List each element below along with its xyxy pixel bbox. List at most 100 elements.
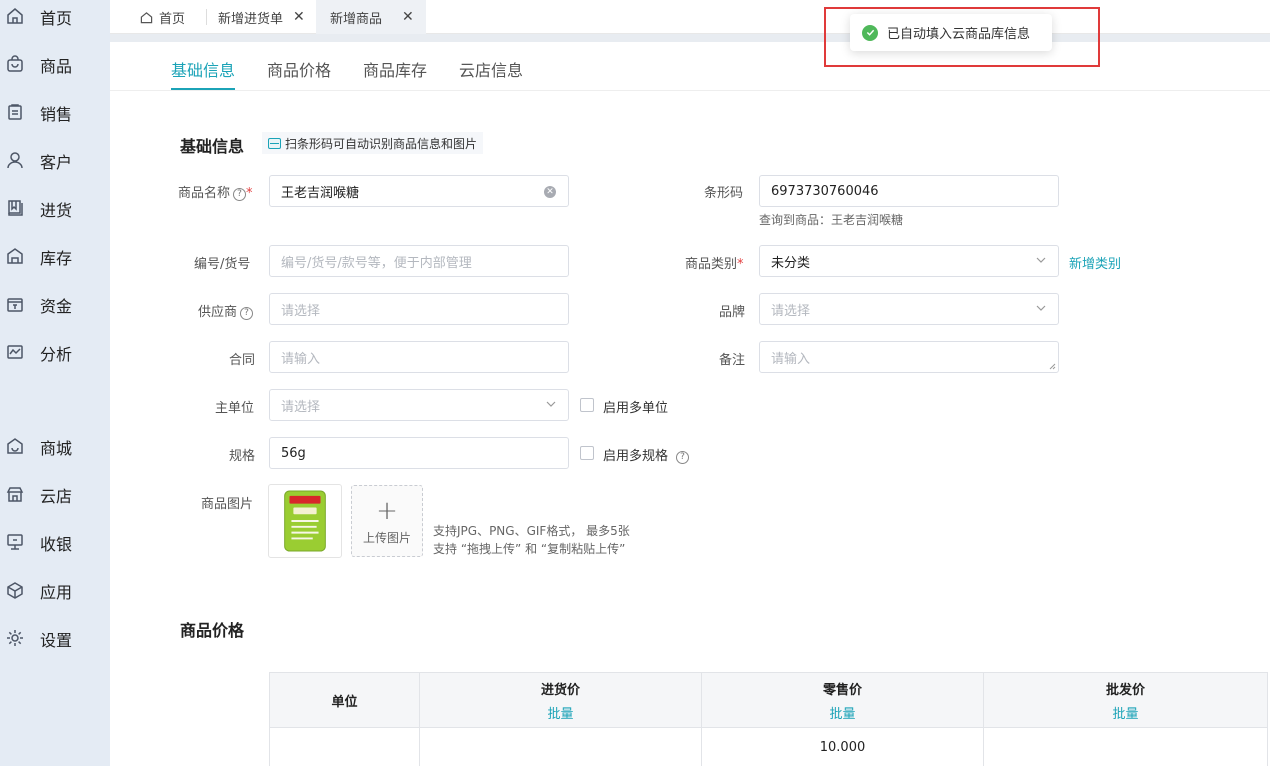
warehouse-icon — [6, 247, 24, 265]
book-icon — [6, 199, 24, 217]
remark-placeholder: 请输入 — [771, 351, 811, 367]
supplier-placeholder: 请选择 — [281, 303, 321, 319]
product-name-value: 王老吉润喉糖 — [281, 185, 360, 201]
clear-icon[interactable]: ✕ — [544, 186, 556, 198]
sidebar-item-settings[interactable]: 设置 — [0, 623, 110, 653]
sidebar-item-mall[interactable]: 商城 — [0, 431, 110, 461]
remark-label: 备注 — [719, 353, 746, 368]
barcode-label: 条形码 — [704, 186, 744, 201]
tab-cloud-store-info[interactable]: 云店信息 — [459, 57, 523, 81]
section-title-price: 商品价格 — [180, 621, 245, 640]
bulk-edit-link[interactable]: 批量 — [702, 703, 983, 722]
code-placeholder: 编号/货号/款号等，便于内部管理 — [281, 255, 472, 271]
sidebar-item-label: 收银 — [40, 535, 73, 554]
unit-select[interactable]: 请选择 — [269, 389, 569, 421]
help-icon[interactable]: ? — [676, 450, 690, 464]
table-cell[interactable]: 10.000 — [701, 727, 984, 766]
brand-select[interactable]: 请选择 — [759, 293, 1059, 325]
multi-spec-label: 启用多规格? — [603, 445, 690, 464]
wallet-icon — [6, 295, 24, 313]
multi-unit-checkbox[interactable] — [580, 398, 594, 412]
brand-placeholder: 请选择 — [771, 303, 811, 319]
scan-hint: 扫条形码可自动识别商品信息和图片 — [262, 132, 484, 154]
tab-stock[interactable]: 商品库存 — [363, 57, 427, 81]
help-icon[interactable]: ? — [240, 306, 254, 320]
upload-drag-note: 支持 “拖拽上传” 和 “复制粘贴上传” — [433, 542, 626, 556]
product-name-input[interactable]: 王老吉润喉糖 ✕ — [269, 175, 569, 207]
bulk-edit-link[interactable]: 批量 — [984, 703, 1267, 722]
chart-icon — [6, 343, 24, 361]
sidebar: 首页 商品 销售 客户 进货 库存 资金 分析 商城 云店 收银 应用 设置 — [0, 0, 110, 766]
column-header-retail-price: 零售价 批量 — [701, 672, 984, 728]
upload-image-button[interactable]: + 上传图片 — [351, 485, 423, 557]
bulk-edit-link[interactable]: 批量 — [420, 703, 701, 722]
unit-label: 主单位 — [215, 401, 255, 416]
column-header-label: 零售价 — [822, 682, 862, 698]
sidebar-item-label: 销售 — [40, 105, 73, 124]
table-row: 10.000 — [269, 727, 1268, 766]
contract-input[interactable]: 请输入 — [269, 341, 569, 373]
plus-icon: + — [376, 496, 398, 526]
add-category-link[interactable]: 新增类别 — [1069, 253, 1121, 272]
table-cell[interactable] — [269, 727, 420, 766]
sidebar-item-products[interactable]: 商品 — [0, 49, 110, 79]
sidebar-item-analysis[interactable]: 分析 — [0, 337, 110, 367]
sidebar-item-apps[interactable]: 应用 — [0, 575, 110, 605]
sidebar-item-customers[interactable]: 客户 — [0, 145, 110, 175]
contract-placeholder: 请输入 — [281, 351, 321, 367]
clipboard-icon — [6, 103, 24, 121]
gear-icon — [6, 629, 24, 647]
sidebar-item-purchase[interactable]: 进货 — [0, 193, 110, 223]
resize-handle-icon[interactable] — [1049, 363, 1056, 370]
brand-label: 品牌 — [719, 305, 746, 320]
category-select[interactable]: 未分类 — [759, 245, 1059, 277]
tab-new-purchase[interactable]: 新增进货单 ✕ — [218, 0, 305, 34]
barcode-value: 6973730760046 — [771, 183, 879, 199]
multi-unit-label: 启用多单位 — [603, 401, 669, 416]
tab-divider — [206, 9, 207, 25]
supplier-label: 供应商? — [198, 301, 254, 320]
user-icon — [6, 151, 24, 169]
upload-label: 上传图片 — [362, 531, 411, 545]
table-cell[interactable] — [983, 727, 1268, 766]
spec-value: 56g — [281, 445, 306, 461]
barcode-lookup-note: 查询到商品：王老吉润喉糖 — [759, 213, 904, 227]
help-icon[interactable]: ? — [233, 187, 247, 201]
image-label: 商品图片 — [201, 497, 254, 512]
column-header-wholesale-price: 批发价 批量 — [983, 672, 1268, 728]
monitor-icon — [6, 533, 24, 551]
close-icon[interactable]: ✕ — [293, 9, 305, 25]
tab-label: 新增进货单 — [218, 11, 284, 27]
sidebar-item-home[interactable]: 首页 — [0, 1, 110, 31]
required-mark: * — [737, 257, 744, 272]
table-cell[interactable] — [419, 727, 702, 766]
sidebar-item-funds[interactable]: 资金 — [0, 289, 110, 319]
tab-basic-info[interactable]: 基础信息 — [171, 57, 235, 81]
sidebar-item-cashier[interactable]: 收银 — [0, 527, 110, 557]
sidebar-item-label: 资金 — [40, 297, 73, 316]
tab-price[interactable]: 商品价格 — [267, 57, 331, 81]
contract-label: 合同 — [229, 353, 256, 368]
spec-input[interactable]: 56g — [269, 437, 569, 469]
spec-label: 规格 — [229, 449, 256, 464]
multi-spec-checkbox[interactable] — [580, 446, 594, 460]
remark-textarea[interactable]: 请输入 — [759, 341, 1059, 373]
sidebar-item-label: 云店 — [40, 487, 73, 506]
sidebar-item-inventory[interactable]: 库存 — [0, 241, 110, 271]
price-table: 单位 进货价 批量 零售价 批量 批发价 批量 10.000 — [269, 672, 1268, 766]
supplier-select[interactable]: 请选择 — [269, 293, 569, 325]
scan-hint-text: 扫条形码可自动识别商品信息和图片 — [285, 136, 478, 151]
product-image-thumbnail[interactable] — [268, 484, 342, 558]
sidebar-item-cloud-store[interactable]: 云店 — [0, 479, 110, 509]
sidebar-item-sales[interactable]: 销售 — [0, 97, 110, 127]
product-name-label-text: 商品名称 — [178, 186, 231, 201]
sidebar-item-label: 客户 — [40, 153, 73, 172]
code-input[interactable]: 编号/货号/款号等，便于内部管理 — [269, 245, 569, 277]
store-icon — [6, 485, 24, 503]
tab-new-product[interactable]: 新增商品 ✕ — [316, 0, 426, 34]
tab-home[interactable]: 首页 — [140, 0, 185, 34]
chevron-down-icon — [1036, 257, 1046, 263]
close-icon[interactable]: ✕ — [402, 9, 414, 25]
bag-icon — [6, 55, 24, 73]
barcode-input[interactable]: 6973730760046 — [759, 175, 1059, 207]
